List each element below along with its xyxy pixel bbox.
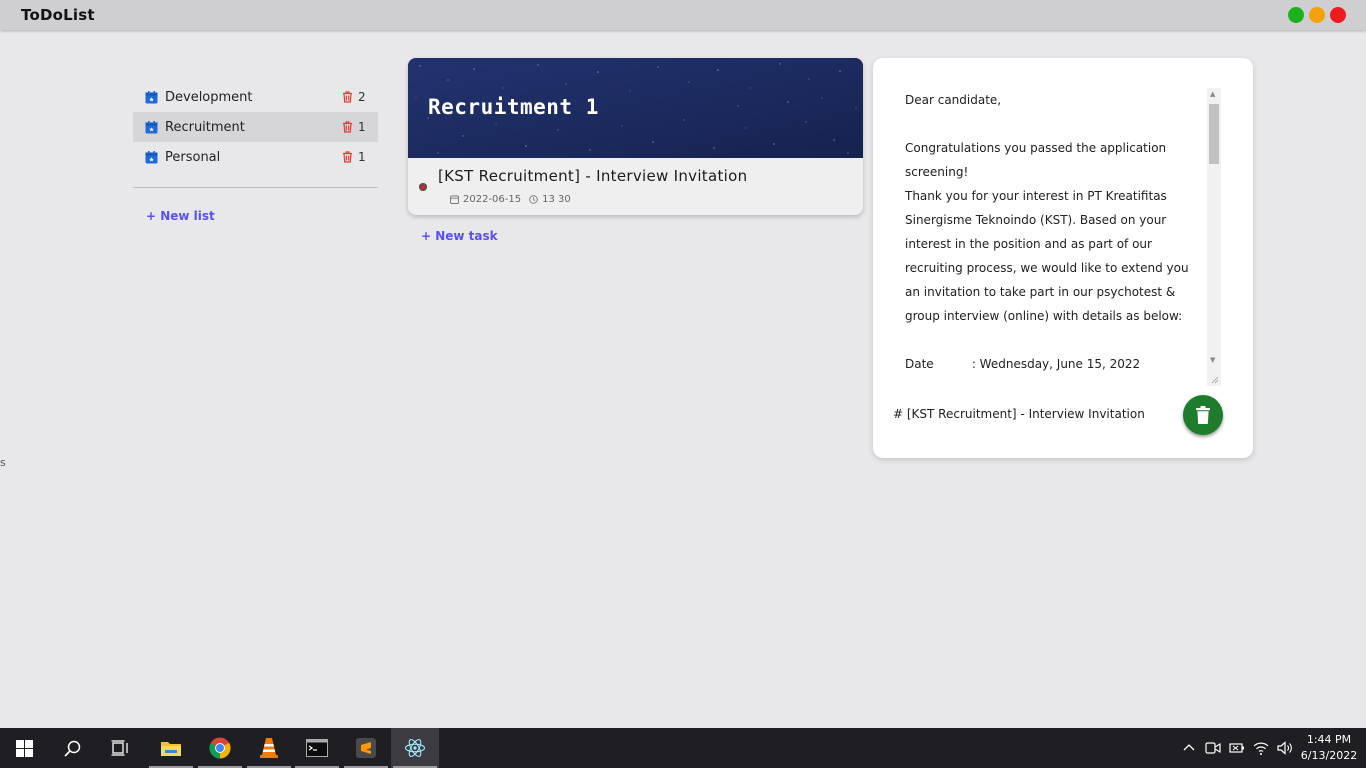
folder-icon xyxy=(161,742,181,756)
sidebar-item-label: Recruitment xyxy=(165,119,245,135)
list-sidebar: Development 2 Recruitment 1 Personal 1 xyxy=(133,82,378,172)
resize-handle-icon[interactable] xyxy=(1211,376,1219,384)
delete-task-button[interactable] xyxy=(1183,395,1223,435)
list-banner: Recruitment 1 xyxy=(408,58,863,158)
electron-icon xyxy=(404,739,426,757)
task-view-button[interactable] xyxy=(96,728,144,768)
maximize-button[interactable] xyxy=(1288,7,1304,23)
chevron-up-icon[interactable] xyxy=(1181,740,1197,756)
task-detail-title: # [KST Recruitment] - Interview Invitati… xyxy=(893,407,1145,421)
sublime-text-taskbar-button[interactable] xyxy=(342,728,390,768)
list-task-count: 1 xyxy=(358,120,366,134)
volume-icon[interactable] xyxy=(1277,740,1293,756)
trash-icon xyxy=(1196,406,1210,424)
app-title: ToDoList xyxy=(21,6,95,24)
chrome-icon xyxy=(209,737,231,759)
terminal-taskbar-button[interactable] xyxy=(293,728,341,768)
trash-icon[interactable] xyxy=(342,91,353,103)
terminal-icon xyxy=(306,739,328,757)
calendar-icon xyxy=(145,90,158,103)
task-view-icon xyxy=(111,740,128,756)
task-title: [KST Recruitment] - Interview Invitation xyxy=(438,167,748,185)
new-list-button[interactable]: + New list xyxy=(146,209,215,223)
edge-text: s xyxy=(0,456,6,469)
battery-icon[interactable] xyxy=(1229,740,1245,756)
sidebar-item-label: Development xyxy=(165,89,253,105)
scroll-up-arrow-icon[interactable]: ▲ xyxy=(1210,90,1215,98)
title-bar: ToDoList xyxy=(0,0,1366,30)
task-description-textarea[interactable]: Dear candidate, Congratulations you pass… xyxy=(905,88,1207,388)
minimize-button[interactable] xyxy=(1309,7,1325,23)
task-detail-panel: Dear candidate, Congratulations you pass… xyxy=(873,58,1253,458)
trash-icon[interactable] xyxy=(342,121,353,133)
clock-date: 6/13/2022 xyxy=(1300,749,1358,762)
sidebar-item-recruitment[interactable]: Recruitment 1 xyxy=(133,112,378,142)
scroll-thumb[interactable] xyxy=(1209,104,1219,164)
calendar-icon xyxy=(450,195,459,204)
vlc-taskbar-button[interactable] xyxy=(245,728,293,768)
sidebar-divider xyxy=(133,187,378,188)
clock-icon xyxy=(529,195,538,204)
task-time: 13 30 xyxy=(542,194,571,205)
sublime-text-icon xyxy=(356,738,376,758)
list-task-count: 1 xyxy=(358,150,366,164)
calendar-icon xyxy=(145,120,158,133)
task-item[interactable]: [KST Recruitment] - Interview Invitation… xyxy=(408,158,863,215)
chrome-taskbar-button[interactable] xyxy=(196,728,244,768)
trash-icon[interactable] xyxy=(342,151,353,163)
electron-app-taskbar-button[interactable] xyxy=(391,728,439,768)
clock-time: 1:44 PM xyxy=(1306,733,1352,746)
task-status-dot[interactable] xyxy=(419,183,427,191)
calendar-icon xyxy=(145,150,158,163)
wifi-icon[interactable] xyxy=(1253,740,1269,756)
windows-icon xyxy=(15,739,33,757)
task-meta: 2022-06-15 13 30 xyxy=(450,194,571,205)
description-scrollbar[interactable]: ▲ ▼ xyxy=(1207,88,1221,386)
taskbar: 1:44 PM 6/13/2022 xyxy=(0,728,1366,768)
system-clock[interactable]: 1:44 PM 6/13/2022 xyxy=(1296,732,1362,764)
start-button[interactable] xyxy=(0,728,48,768)
camera-icon[interactable] xyxy=(1205,740,1221,756)
list-task-count: 2 xyxy=(358,90,366,104)
task-list-panel: Recruitment 1 [KST Recruitment] - Interv… xyxy=(408,58,863,215)
list-title: Recruitment 1 xyxy=(428,95,599,119)
sidebar-item-label: Personal xyxy=(165,149,221,165)
sidebar-item-development[interactable]: Development 2 xyxy=(133,82,378,112)
task-date: 2022-06-15 xyxy=(463,194,522,205)
scroll-down-arrow-icon[interactable]: ▼ xyxy=(1210,356,1215,364)
vlc-icon xyxy=(260,738,278,758)
search-icon xyxy=(63,740,80,757)
search-button[interactable] xyxy=(48,728,96,768)
file-explorer-taskbar-button[interactable] xyxy=(147,728,195,768)
close-button[interactable] xyxy=(1330,7,1346,23)
new-task-button[interactable]: + New task xyxy=(421,229,498,243)
sidebar-item-personal[interactable]: Personal 1 xyxy=(133,142,378,172)
